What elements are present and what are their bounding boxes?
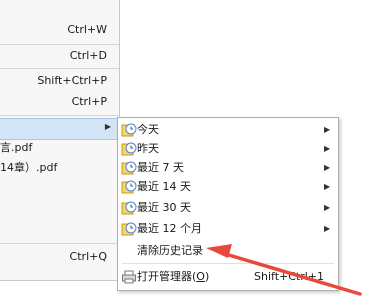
annotation-arrow-icon [206, 244, 362, 296]
